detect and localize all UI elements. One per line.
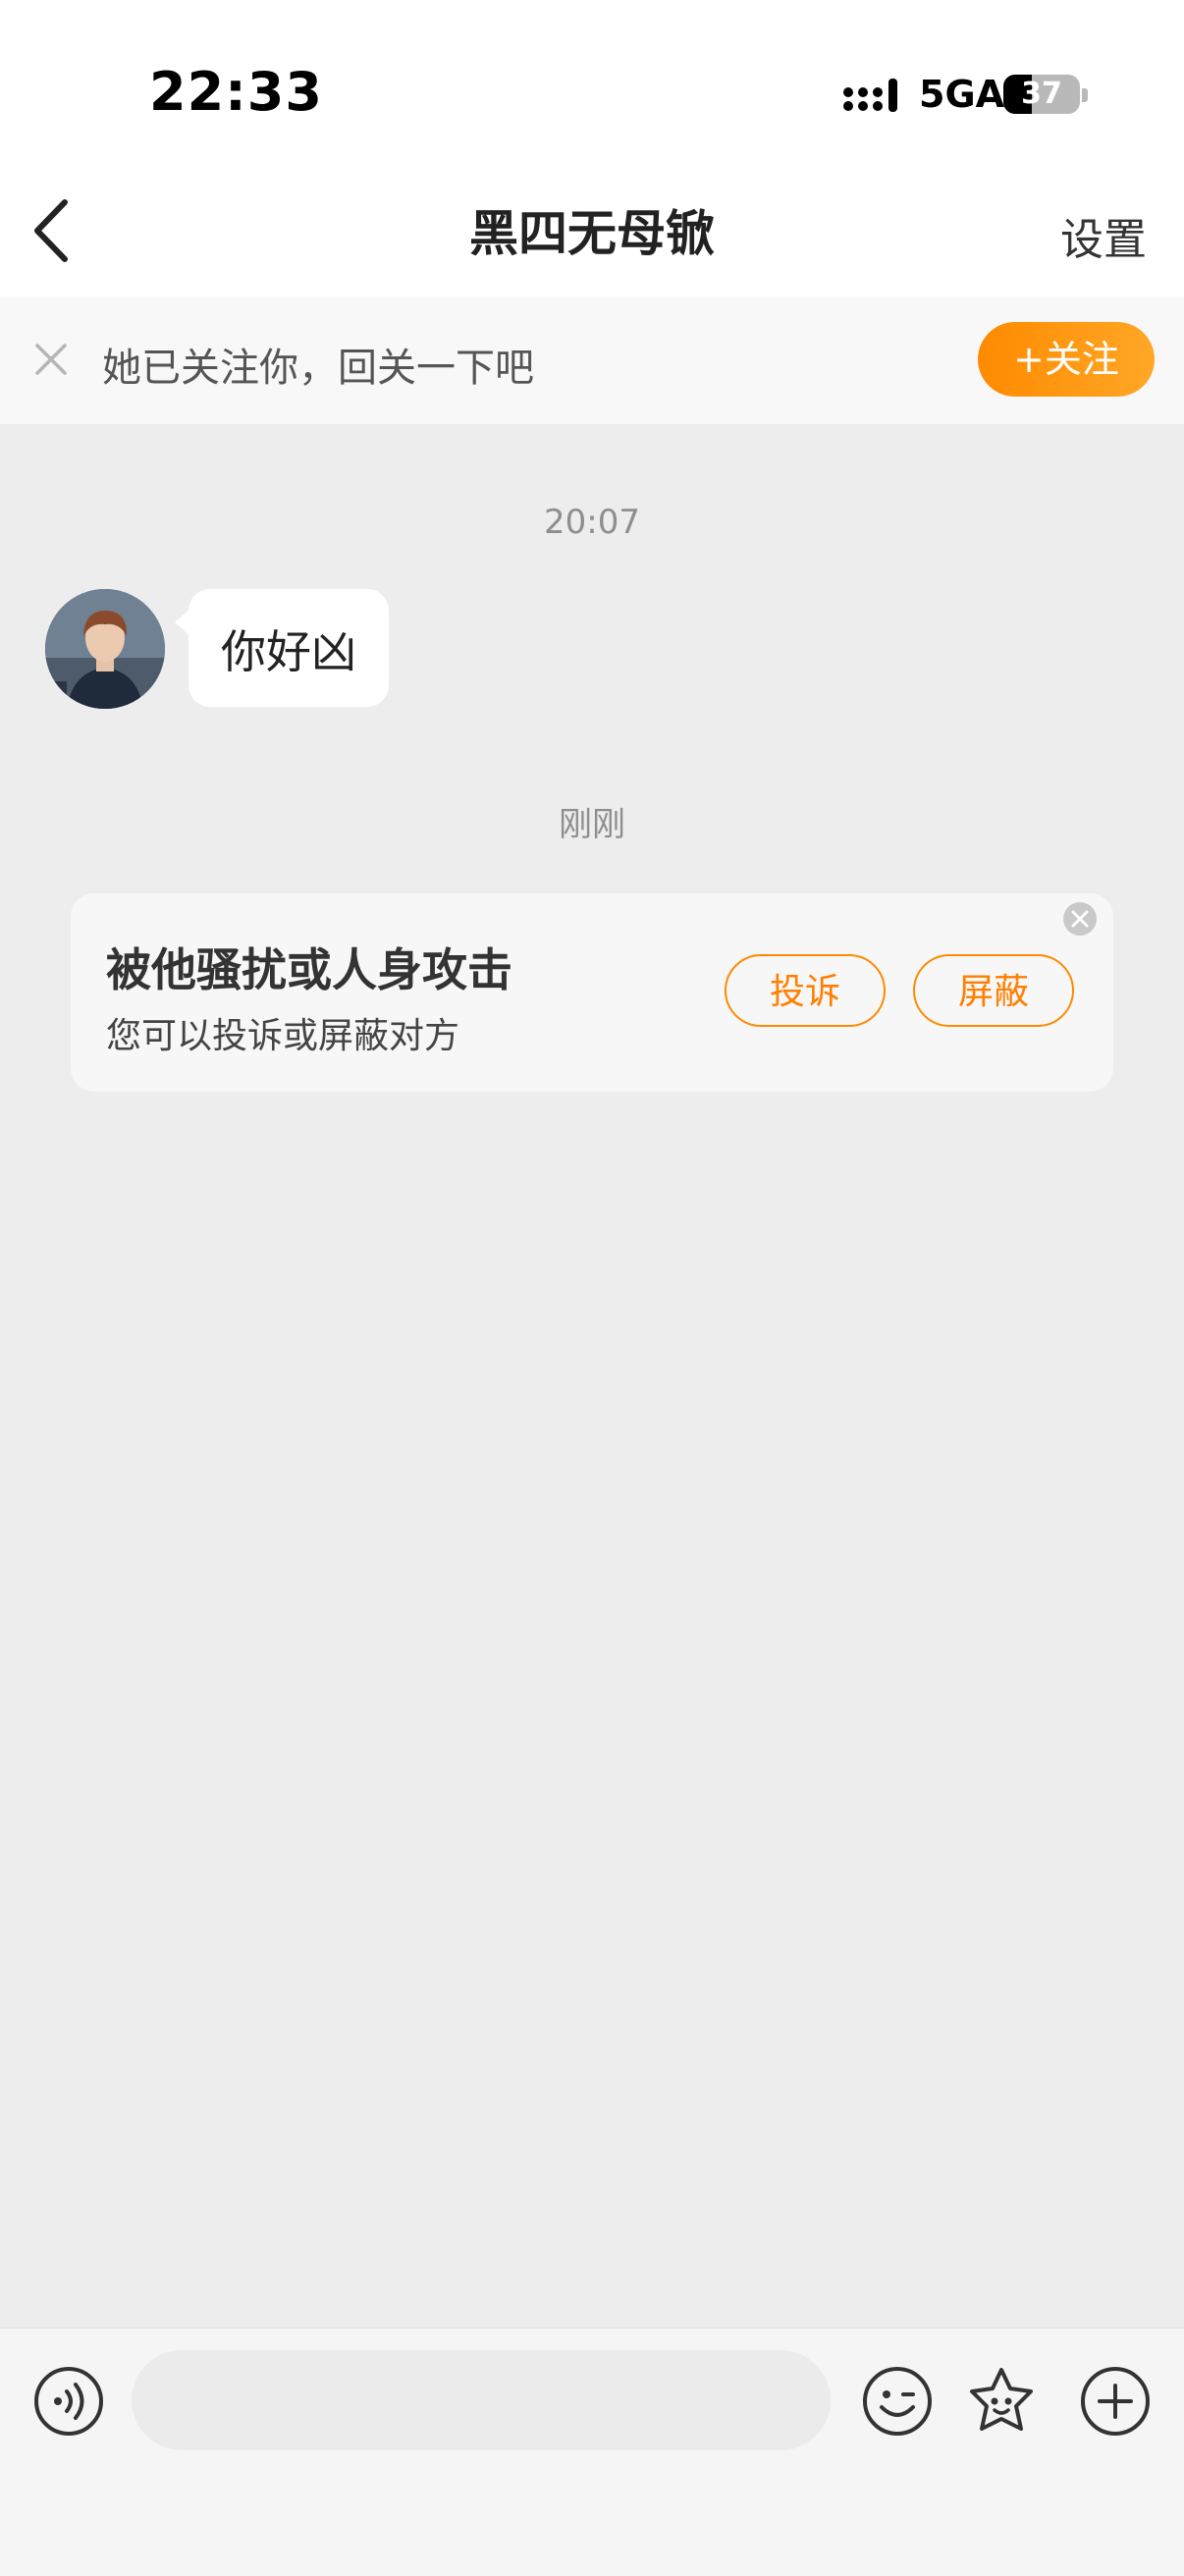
voice-icon[interactable] [31,2364,106,2439]
close-circle-icon[interactable] [1060,899,1100,939]
network-type: 5GA [919,73,1005,116]
settings-button[interactable]: 设置 [1060,204,1147,267]
follow-button[interactable]: +关注 [978,322,1155,397]
battery-tip [1082,88,1088,102]
sticker-icon[interactable] [964,2364,1039,2439]
plus-circle-icon[interactable] [1078,2364,1153,2439]
message-input[interactable] [132,2350,831,2450]
battery-icon: 37 [1003,75,1080,114]
chevron-left-icon[interactable] [27,192,77,269]
follow-banner-text: 她已关注你，回关一下吧 [102,346,534,391]
chat-title: 黑四无母锨 [469,205,715,262]
close-icon[interactable] [29,338,73,381]
message-text: 你好凶 [221,625,356,678]
avatar-image [45,589,165,709]
status-time: 22:33 [149,61,323,123]
message-timestamp: 20:07 [544,503,640,542]
block-button[interactable]: 屏蔽 [913,954,1074,1027]
report-button[interactable]: 投诉 [725,954,886,1027]
harassment-card-subtitle: 您可以投诉或屏蔽对方 [106,1016,460,1056]
battery-level: 37 [1021,77,1062,111]
avatar[interactable] [45,589,165,709]
emoji-icon[interactable] [860,2364,935,2439]
harassment-card-title: 被他骚扰或人身攻击 [106,943,512,996]
signal-icon [843,79,897,112]
message-timestamp: 刚刚 [559,805,625,844]
